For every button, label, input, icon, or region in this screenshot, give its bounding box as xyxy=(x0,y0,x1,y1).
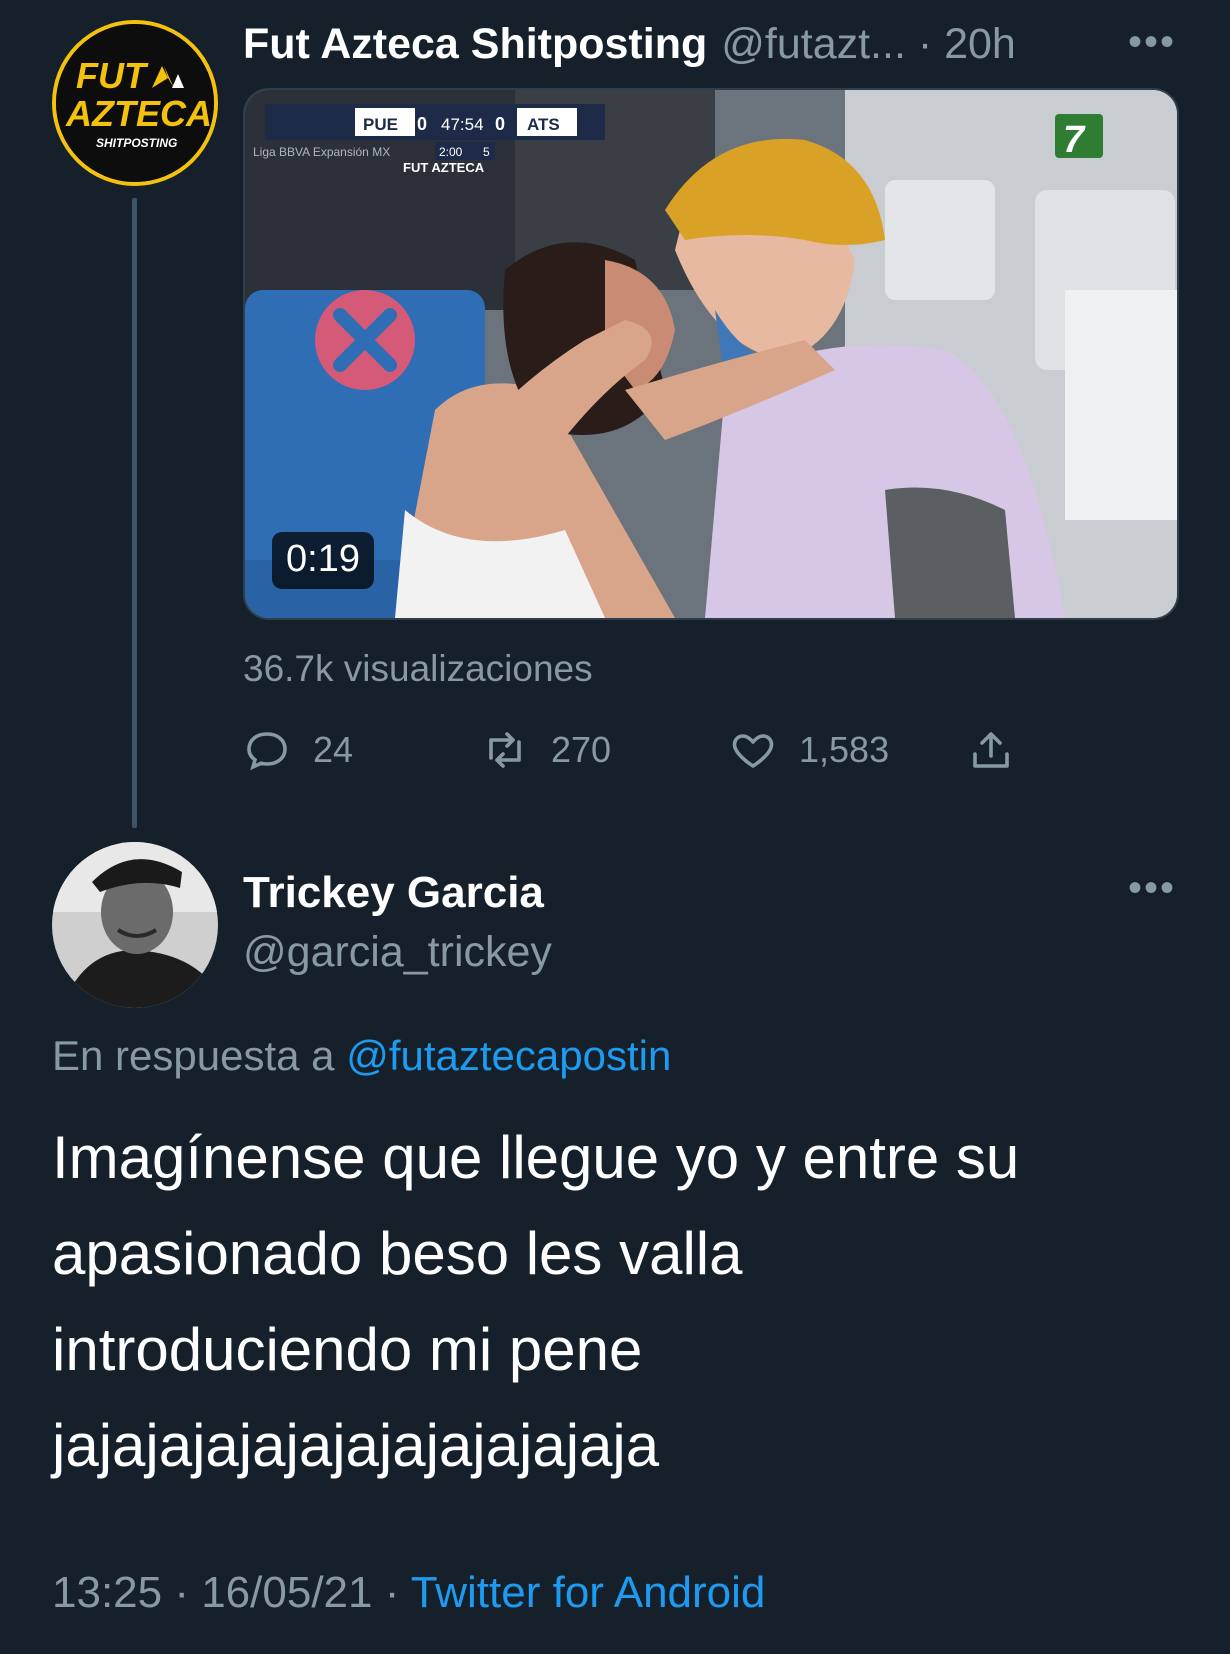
logo-text-shitposting: SHITPOSTING xyxy=(96,136,177,150)
in-reply-prefix: En respuesta a xyxy=(52,1032,335,1079)
reply-body-line: jajajajajajajajajajajajaja xyxy=(52,1412,660,1479)
reply-body-line: apasionado beso les valla xyxy=(52,1220,743,1287)
scoreboard-away-score: 0 xyxy=(495,114,505,134)
retweet-button[interactable]: 270 xyxy=(481,720,611,780)
in-reply-mention-link[interactable]: @futaztecapostin xyxy=(346,1032,671,1079)
reply-body-line: Imagínense que llegue yo y entre su xyxy=(52,1124,1020,1191)
share-icon xyxy=(973,732,1009,768)
scoreboard-clock: 47:54 xyxy=(441,115,484,134)
retweet-icon xyxy=(489,732,521,768)
tweet-more-icon[interactable]: ••• xyxy=(1128,20,1176,65)
tweet-author-name[interactable]: Fut Azteca Shitposting xyxy=(243,20,707,69)
profile-photo xyxy=(52,842,218,1008)
reply-count: 24 xyxy=(313,729,354,770)
in-reply-to: En respuesta a @futaztecapostin xyxy=(52,1032,671,1080)
trickey-garcia-avatar[interactable] xyxy=(52,842,218,1008)
logo-text-fut: FUT xyxy=(76,55,149,96)
retweet-count: 270 xyxy=(551,729,612,770)
video-thumbnail: PUE 0 47:54 0 ATS 2:00 5 Liga BBVA Expan… xyxy=(245,90,1177,618)
tweet-author-meta[interactable]: @futazt... · 20h xyxy=(721,20,1016,69)
reply-body-line: introduciendo mi pene xyxy=(52,1316,643,1383)
tweet-actions: 24 270 1,583 xyxy=(243,720,1043,780)
reply-button[interactable]: 24 xyxy=(243,720,353,780)
reply-author-name[interactable]: Trickey Garcia xyxy=(243,868,544,918)
reply-source-link[interactable]: Twitter for Android xyxy=(411,1568,766,1617)
like-count: 1,583 xyxy=(799,729,890,770)
reply-body: Imagínense que llegue yo y entre su apas… xyxy=(52,1110,1172,1494)
thread-line xyxy=(132,198,137,828)
like-button[interactable]: 1,583 xyxy=(729,720,889,780)
heart-icon xyxy=(732,734,774,768)
video-duration-badge: 0:19 xyxy=(272,532,374,589)
reply-icon xyxy=(247,732,287,771)
fut-azteca-logo: FUT AZTECA SHITPOSTING xyxy=(56,24,214,182)
fut-azteca-avatar[interactable]: FUT AZTECA SHITPOSTING xyxy=(52,20,218,186)
channel-logo: 7 xyxy=(1063,119,1086,161)
reply-more-icon[interactable]: ••• xyxy=(1128,866,1176,911)
reply-author-handle[interactable]: @garcia_trickey xyxy=(243,928,552,977)
reply-footer: 13:25 · 16/05/21 · Twitter for Android xyxy=(52,1568,765,1618)
share-button[interactable] xyxy=(967,720,1037,780)
logo-text-azteca: AZTECA xyxy=(65,93,212,134)
scoreboard-sub: 2:00 xyxy=(439,145,463,159)
scoreboard-flag: 5 xyxy=(483,145,490,159)
scoreboard-home-score: 0 xyxy=(417,114,427,134)
scoreboard-home: PUE xyxy=(363,115,398,134)
video-watermark: FUT AZTECA xyxy=(403,160,485,175)
tweet-header: Fut Azteca Shitposting @futazt... · 20h xyxy=(243,14,1016,74)
reply-timestamp[interactable]: 13:25 · 16/05/21 · xyxy=(52,1568,399,1617)
video-player[interactable]: PUE 0 47:54 0 ATS 2:00 5 Liga BBVA Expan… xyxy=(243,88,1179,620)
league-text: Liga BBVA Expansión MX xyxy=(253,145,390,159)
scoreboard-away: ATS xyxy=(527,115,560,134)
view-count: 36.7k visualizaciones xyxy=(243,648,593,689)
